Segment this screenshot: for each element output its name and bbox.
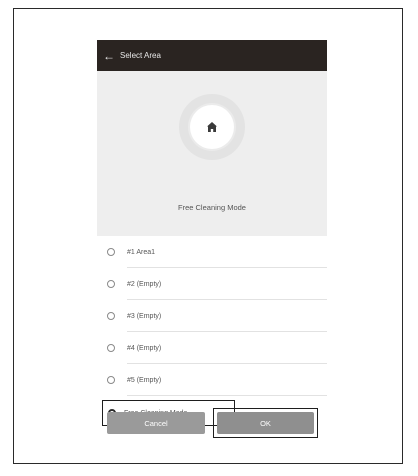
ok-button[interactable]: OK (217, 412, 314, 434)
area-list: #1 Area1 #2 (Empty) #3 (Empty) #4 (Empty… (97, 236, 327, 426)
area-option-3[interactable]: #3 (Empty) (97, 300, 327, 332)
mode-hero: Free Cleaning Mode (97, 71, 327, 236)
cancel-button[interactable]: Cancel (107, 412, 205, 434)
area-label: #2 (Empty) (127, 280, 162, 288)
area-option-2[interactable]: #2 (Empty) (97, 268, 327, 300)
home-icon (207, 122, 217, 132)
area-label: #3 (Empty) (127, 312, 162, 320)
radio-button[interactable] (107, 280, 115, 288)
page-title: Select Area (120, 51, 161, 60)
area-option-1[interactable]: #1 Area1 (97, 236, 327, 268)
select-area-screen: ← Select Area Free Cleaning Mode #1 Area… (97, 40, 327, 445)
area-label: #1 Area1 (127, 248, 156, 256)
radio-button[interactable] (107, 312, 115, 320)
home-button[interactable] (179, 94, 245, 160)
area-label: #5 (Empty) (127, 376, 162, 384)
area-option-4[interactable]: #4 (Empty) (97, 332, 327, 364)
radio-button[interactable] (107, 344, 115, 352)
area-option-5[interactable]: #5 (Empty) (97, 364, 327, 396)
arrow-left-icon[interactable]: ← (103, 50, 117, 62)
divider (127, 395, 327, 396)
area-label: #4 (Empty) (127, 344, 162, 352)
title-bar: ← Select Area (97, 40, 327, 71)
radio-button[interactable] (107, 376, 115, 384)
radio-button[interactable] (107, 248, 115, 256)
action-buttons: Cancel OK (97, 408, 327, 438)
hero-mode-label: Free Cleaning Mode (178, 203, 246, 212)
